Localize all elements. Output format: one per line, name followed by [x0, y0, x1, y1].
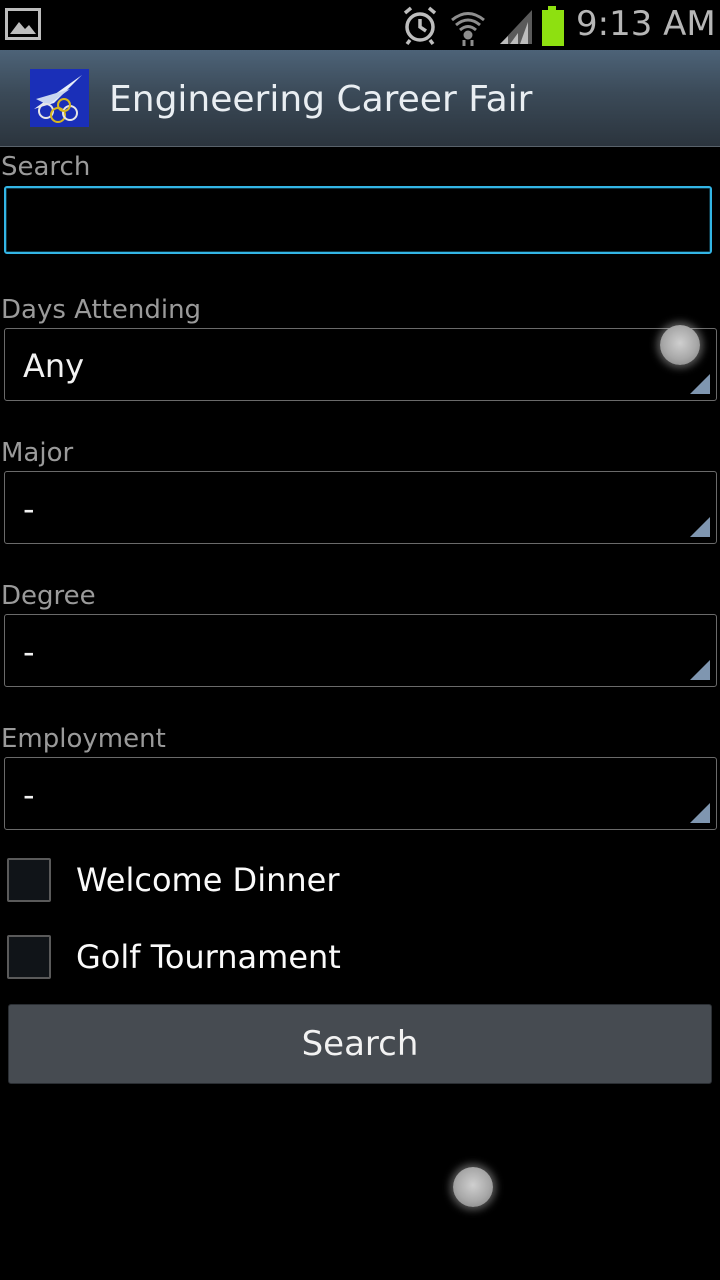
dropdown-arrow-icon [690, 803, 710, 823]
employment-label: Employment [1, 724, 166, 754]
action-bar: Engineering Career Fair [0, 50, 720, 147]
status-icons [403, 6, 564, 46]
days-attending-spinner[interactable]: Any [4, 328, 717, 401]
days-attending-label: Days Attending [1, 295, 202, 325]
search-label: Search [1, 152, 91, 182]
dropdown-arrow-icon [690, 374, 710, 394]
signal-icon [500, 10, 532, 44]
dropdown-arrow-icon [690, 517, 710, 537]
degree-value: - [23, 633, 35, 671]
search-input[interactable] [4, 186, 712, 254]
wifi-icon [451, 12, 485, 46]
major-spinner[interactable]: - [4, 471, 717, 544]
search-button[interactable]: Search [8, 1004, 712, 1084]
degree-spinner[interactable]: - [4, 614, 717, 687]
status-time: 9:13 AM [576, 4, 716, 44]
touch-indicator [453, 1167, 493, 1207]
employment-value: - [23, 776, 35, 814]
days-attending-value: Any [23, 347, 85, 385]
welcome-dinner-checkbox[interactable] [7, 858, 51, 902]
welcome-dinner-label: Welcome Dinner [76, 861, 340, 899]
touch-indicator [660, 325, 700, 365]
golf-tournament-label: Golf Tournament [76, 938, 341, 976]
battery-icon [542, 6, 564, 46]
golf-tournament-checkbox-row[interactable]: Golf Tournament [7, 933, 707, 981]
major-value: - [23, 490, 35, 528]
alarm-icon [403, 6, 437, 46]
degree-label: Degree [1, 581, 96, 611]
employment-spinner[interactable]: - [4, 757, 717, 830]
golf-tournament-checkbox[interactable] [7, 935, 51, 979]
app-logo-icon[interactable] [30, 69, 89, 127]
gallery-icon [5, 8, 41, 40]
major-label: Major [1, 438, 74, 468]
status-bar: 9:13 AM [0, 0, 720, 50]
dropdown-arrow-icon [690, 660, 710, 680]
app-title: Engineering Career Fair [109, 79, 533, 120]
welcome-dinner-checkbox-row[interactable]: Welcome Dinner [7, 856, 707, 904]
